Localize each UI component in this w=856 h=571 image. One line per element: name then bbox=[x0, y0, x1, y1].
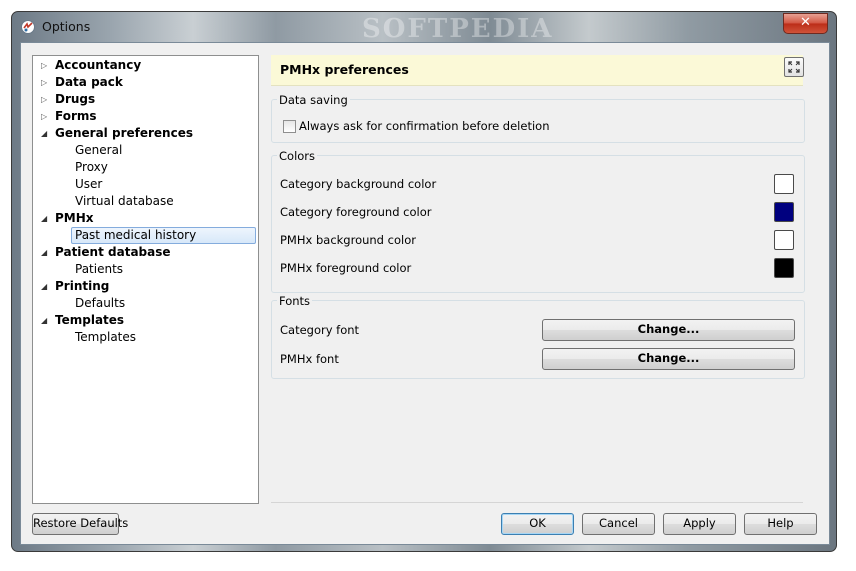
panel-header: PMHx preferences bbox=[271, 55, 804, 86]
pmhx-background-color-swatch[interactable] bbox=[774, 230, 794, 250]
tree-node[interactable]: ▷ Data pack bbox=[33, 74, 253, 91]
expanded-arrow-icon[interactable]: ◢ bbox=[41, 244, 47, 261]
close-button[interactable]: ✕ bbox=[783, 13, 828, 34]
tree-node-label: Templates bbox=[55, 313, 125, 327]
fonts-title: Fonts bbox=[277, 294, 313, 308]
tree-leaf[interactable]: Virtual database bbox=[75, 193, 174, 210]
expanded-arrow-icon[interactable]: ◢ bbox=[41, 278, 47, 295]
pmhx-foreground-color-swatch[interactable] bbox=[774, 258, 794, 278]
title-bar[interactable]: Options SOFTPEDIA ✕ bbox=[12, 12, 836, 44]
expand-icon bbox=[788, 61, 800, 73]
expanded-arrow-icon[interactable]: ◢ bbox=[41, 125, 47, 142]
tree-leaf-label: Templates bbox=[75, 330, 137, 344]
tree-leaf-label: Patients bbox=[75, 262, 124, 276]
confirm-deletion-label[interactable]: Always ask for confirmation before delet… bbox=[299, 119, 549, 133]
tree-node-label: PMHx bbox=[55, 211, 94, 225]
tree-leaf-selected[interactable]: Past medical history bbox=[71, 227, 256, 244]
category-font-label: Category font bbox=[280, 323, 360, 337]
tree-node[interactable]: ◢ PMHx bbox=[33, 210, 253, 227]
cancel-button[interactable]: Cancel bbox=[582, 513, 655, 535]
tree-node[interactable]: ◢ General preferences bbox=[33, 125, 253, 142]
tree-leaf[interactable]: Proxy bbox=[75, 159, 108, 176]
expanded-arrow-icon[interactable]: ◢ bbox=[41, 210, 47, 227]
tree-node[interactable]: ▷ Forms bbox=[33, 108, 253, 125]
tree-node-label: Patient database bbox=[55, 245, 171, 259]
dialog-body: ▷ Accountancy ▷ Data pack ▷ Drugs ▷ Forms ◢ Gener… bbox=[20, 42, 830, 545]
tree-leaf-label: General bbox=[75, 143, 123, 157]
color-label: PMHx foreground color bbox=[280, 261, 412, 275]
tree-leaf-label: Virtual database bbox=[75, 194, 174, 208]
color-label: PMHx background color bbox=[280, 233, 416, 247]
tree-leaf-label: User bbox=[75, 177, 103, 191]
tree-leaf[interactable]: Defaults bbox=[75, 295, 125, 312]
app-icon bbox=[21, 20, 35, 34]
tree-node-label: Data pack bbox=[55, 75, 123, 89]
category-foreground-color-swatch[interactable] bbox=[774, 202, 794, 222]
color-label: Category foreground color bbox=[280, 205, 432, 219]
data-saving-title: Data saving bbox=[277, 93, 350, 107]
apply-button[interactable]: Apply bbox=[663, 513, 736, 535]
tree-node-label: Accountancy bbox=[55, 58, 142, 72]
footer-divider bbox=[271, 502, 803, 503]
colors-title: Colors bbox=[277, 149, 318, 163]
collapsed-arrow-icon[interactable]: ▷ bbox=[41, 74, 47, 91]
collapsed-arrow-icon[interactable]: ▷ bbox=[41, 57, 47, 74]
tree-leaf[interactable]: General bbox=[75, 142, 122, 159]
ok-button[interactable]: OK bbox=[501, 513, 574, 535]
tree-leaf[interactable]: User bbox=[75, 176, 102, 193]
tree-leaf-label: Defaults bbox=[75, 296, 126, 310]
pmhx-font-change-button[interactable]: Change... bbox=[542, 348, 795, 370]
category-tree[interactable]: ▷ Accountancy ▷ Data pack ▷ Drugs ▷ Forms ◢ Gener… bbox=[32, 55, 259, 504]
tree-node[interactable]: ▷ Accountancy bbox=[33, 57, 253, 74]
tree-leaf[interactable]: Patients bbox=[75, 261, 123, 278]
color-label: Category background color bbox=[280, 177, 437, 191]
tree-node-label: Printing bbox=[55, 279, 110, 293]
tree-leaf[interactable]: Templates bbox=[75, 329, 136, 346]
collapsed-arrow-icon[interactable]: ▷ bbox=[41, 108, 47, 125]
watermark: SOFTPEDIA bbox=[362, 14, 554, 44]
tree-node-label: Forms bbox=[55, 109, 97, 123]
tree-node[interactable]: ◢ Printing bbox=[33, 278, 253, 295]
help-button[interactable]: Help bbox=[744, 513, 817, 535]
tree-node[interactable]: ◢ Patient database bbox=[33, 244, 253, 261]
category-background-color-swatch[interactable] bbox=[774, 174, 794, 194]
restore-defaults-button[interactable]: Restore Defaults bbox=[32, 513, 128, 535]
category-font-change-button[interactable]: Change... bbox=[542, 319, 795, 341]
tree-leaf-label: Proxy bbox=[75, 160, 108, 174]
options-window: Options SOFTPEDIA ✕ ▷ Accountancy ▷ Data pa… bbox=[11, 11, 837, 552]
confirm-deletion-checkbox[interactable] bbox=[283, 120, 296, 133]
maximize-button[interactable] bbox=[784, 57, 804, 77]
tree-node-label: Drugs bbox=[55, 92, 96, 106]
collapsed-arrow-icon[interactable]: ▷ bbox=[41, 91, 47, 108]
pmhx-font-label: PMHx font bbox=[280, 352, 339, 366]
tree-node[interactable]: ◢ Templates bbox=[33, 312, 253, 329]
tree-leaf-label: Past medical history bbox=[75, 228, 197, 242]
tree-node[interactable]: ▷ Drugs bbox=[33, 91, 253, 108]
expanded-arrow-icon[interactable]: ◢ bbox=[41, 312, 47, 329]
panel-title: PMHx preferences bbox=[280, 62, 409, 77]
tree-node-label: General preferences bbox=[55, 126, 193, 140]
window-title: Options bbox=[42, 19, 91, 34]
